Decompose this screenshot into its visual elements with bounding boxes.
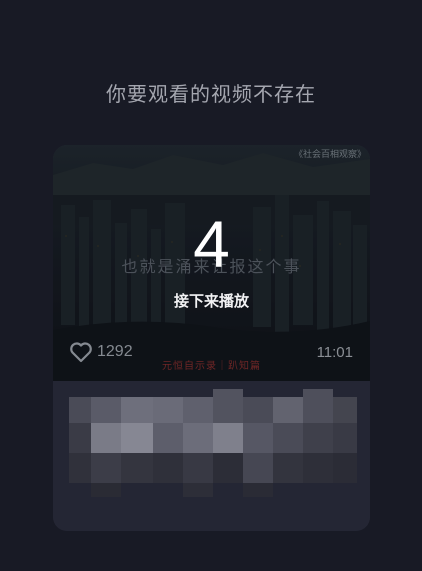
video-duration: 11:01 — [316, 344, 353, 361]
next-video-preview[interactable]: 《社会百相观察》 也就是涌来让报这个事 4 接下来播放 1292 元恒自示录｜趴… — [53, 145, 370, 381]
up-next-label: 接下来播放 — [173, 292, 249, 310]
autoplay-countdown: 4 — [193, 207, 230, 281]
channel-watermark: 《社会百相观察》 — [293, 150, 366, 160]
next-video-card[interactable]: 《社会百相观察》 也就是涌来让报这个事 4 接下来播放 1292 元恒自示录｜趴… — [53, 145, 370, 531]
unavailable-message: 你要观看的视频不存在 — [106, 82, 316, 106]
blurred-thumbnail — [53, 381, 370, 531]
player-screen: 你要观看的视频不存在 《社会百相观察》 也就是涌来让报这个事 4 接下来播放 1… — [0, 0, 422, 571]
